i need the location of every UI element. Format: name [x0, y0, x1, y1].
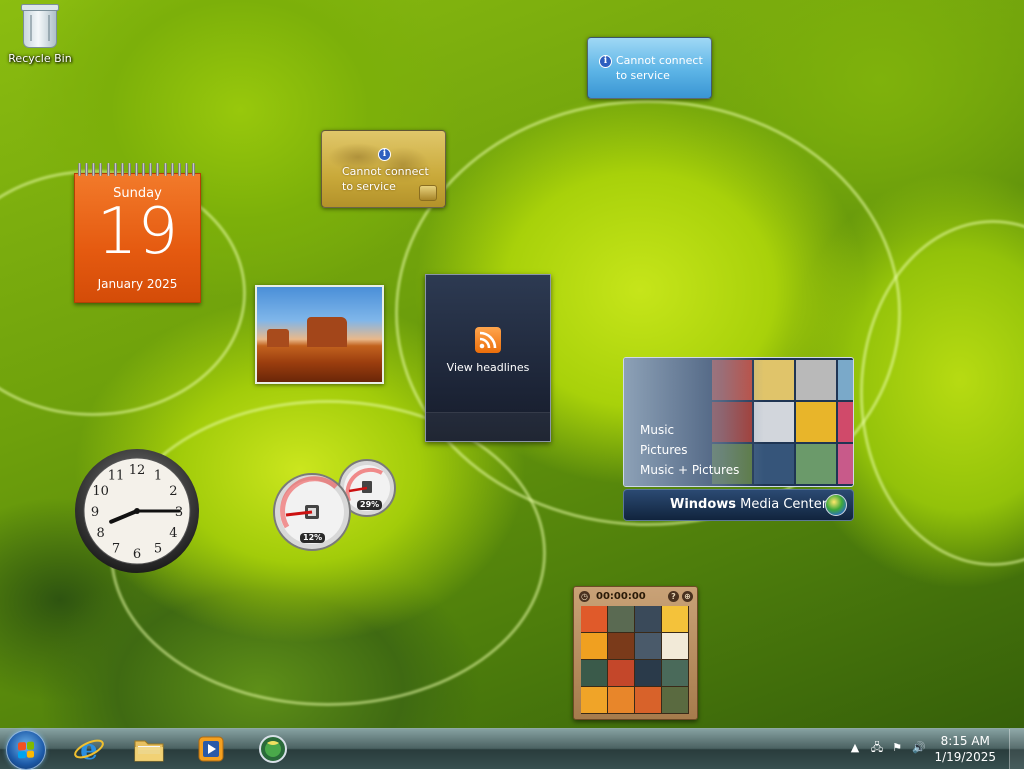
feed-headlines-gadget[interactable]: View headlines: [425, 274, 551, 442]
weather-message-line1: Cannot connect: [616, 54, 703, 67]
puzzle-piece[interactable]: [662, 633, 688, 659]
clock-numeral: 5: [154, 541, 162, 556]
media-center-brand: Windows Media Center: [670, 497, 828, 512]
puzzle-piece[interactable]: [635, 660, 661, 686]
taskbar-internet-explorer[interactable]: e: [62, 731, 116, 767]
taskbar-clock[interactable]: 8:15 AM 1/19/2025: [934, 733, 996, 765]
view-headlines-link[interactable]: View headlines: [426, 361, 550, 374]
desktop-icon-label: Recycle Bin: [8, 52, 72, 65]
puzzle-piece[interactable]: [608, 687, 634, 713]
puzzle-timer-icon: ◷: [579, 591, 590, 602]
clock-numeral: 2: [169, 484, 177, 499]
cpu-usage-label: 12%: [300, 533, 326, 543]
taskbar-time: 8:15 AM: [940, 734, 990, 748]
folder-icon: [134, 740, 164, 762]
memory-usage-label: 29%: [357, 500, 383, 510]
clock-numeral: 1: [154, 469, 162, 484]
puzzle-piece[interactable]: [608, 660, 634, 686]
media-center-menu-music[interactable]: Music: [640, 420, 739, 440]
info-icon: i: [378, 148, 391, 161]
puzzle-piece[interactable]: [662, 660, 688, 686]
taskbar-date: 1/19/2025: [934, 750, 996, 764]
slideshow-photo-butte: [267, 329, 289, 347]
clock-numeral: 10: [92, 484, 109, 499]
calendar-gadget[interactable]: Sunday 19 January 2025: [74, 163, 201, 303]
clock-numeral: 11: [108, 469, 125, 484]
volume-icon[interactable]: 🔊: [912, 741, 926, 755]
puzzle-piece[interactable]: [581, 606, 607, 632]
media-center-menu: Music Pictures Music + Pictures: [640, 420, 739, 480]
puzzle-help-icon[interactable]: ?: [668, 591, 679, 602]
puzzle-piece[interactable]: [581, 633, 607, 659]
calendar-page: Sunday 19 January 2025: [74, 173, 201, 303]
rss-icon: [475, 327, 501, 353]
cpu-meter-gadget[interactable]: 12% 29%: [270, 455, 400, 555]
clock-numeral: 12: [129, 463, 146, 478]
puzzle-header: ◷ 00:00:00 ? ⊕: [578, 590, 693, 604]
slideshow-gadget[interactable]: [255, 285, 384, 384]
taskbar-media-center[interactable]: [246, 731, 300, 767]
currency-gadget[interactable]: i Cannot connect to service: [321, 130, 446, 208]
recycle-bin-icon: [21, 4, 59, 48]
svg-text:e: e: [80, 733, 98, 765]
puzzle-grid: [581, 606, 689, 714]
puzzle-piece[interactable]: [635, 633, 661, 659]
puzzle-solve-icon[interactable]: ⊕: [682, 591, 693, 602]
media-center-menu-pictures[interactable]: Pictures: [640, 440, 739, 460]
puzzle-piece[interactable]: [635, 687, 661, 713]
taskbar-media-player[interactable]: [184, 731, 238, 767]
show-desktop-button[interactable]: [1009, 729, 1024, 769]
network-icon[interactable]: 🖧: [870, 741, 884, 755]
media-center-gadget[interactable]: Music Pictures Music + Pictures Windows …: [623, 357, 854, 522]
coins-icon: [419, 185, 437, 201]
clock-gadget[interactable]: 121234567891011: [74, 448, 200, 574]
calendar-binder-rings: [78, 163, 195, 177]
clock-numeral: 6: [133, 547, 141, 562]
notification-area: ▲ 🖧 ⚑ 🔊 8:15 AM 1/19/2025: [834, 729, 1024, 769]
currency-message-line2: to service: [342, 180, 396, 193]
info-icon: i: [599, 55, 612, 68]
calendar-month-year: January 2025: [97, 277, 178, 291]
taskbar: e ▲ 🖧 ⚑ 🔊 8:15 AM 1/19/2025: [0, 728, 1024, 770]
clock-face: 121234567891011: [75, 449, 199, 573]
clock-numeral: 8: [96, 526, 104, 541]
media-center-tiles: Music Pictures Music + Pictures: [623, 357, 854, 487]
puzzle-piece[interactable]: [608, 633, 634, 659]
windows-orb-icon: [825, 494, 847, 516]
clock-numeral: 7: [112, 541, 120, 556]
puzzle-piece[interactable]: [635, 606, 661, 632]
media-center-brand-bar[interactable]: Windows Media Center: [623, 489, 854, 521]
puzzle-piece[interactable]: [581, 687, 607, 713]
internet-explorer-icon: e: [74, 733, 104, 765]
taskbar-windows-explorer[interactable]: [122, 731, 176, 767]
clock-numeral: 9: [91, 505, 99, 520]
clock-numeral: 4: [169, 526, 177, 541]
show-hidden-icons-icon[interactable]: ▲: [848, 741, 862, 755]
media-center-icon: [259, 735, 287, 763]
puzzle-piece[interactable]: [662, 606, 688, 632]
start-button[interactable]: [6, 730, 46, 770]
desktop-icon-recycle-bin[interactable]: Recycle Bin: [4, 4, 76, 65]
calendar-day-number: 19: [96, 195, 179, 269]
weather-gadget[interactable]: i Cannot connect to service: [587, 37, 712, 99]
media-player-icon: [198, 736, 224, 762]
puzzle-piece[interactable]: [608, 606, 634, 632]
windows-logo-icon: [18, 741, 34, 759]
feed-footer-bar: [426, 412, 550, 441]
slideshow-photo-butte: [307, 317, 347, 347]
currency-message-line1: Cannot connect: [342, 165, 429, 178]
puzzle-timer: 00:00:00: [596, 591, 646, 602]
puzzle-piece[interactable]: [581, 660, 607, 686]
media-center-menu-music-pictures[interactable]: Music + Pictures: [640, 460, 739, 480]
action-center-flag-icon[interactable]: ⚑: [890, 741, 904, 755]
picture-puzzle-gadget[interactable]: ◷ 00:00:00 ? ⊕: [573, 586, 698, 720]
weather-message-line2: to service: [616, 69, 670, 82]
puzzle-piece[interactable]: [662, 687, 688, 713]
desktop: Recycle Bin i Cannot connect to service …: [0, 0, 1024, 728]
